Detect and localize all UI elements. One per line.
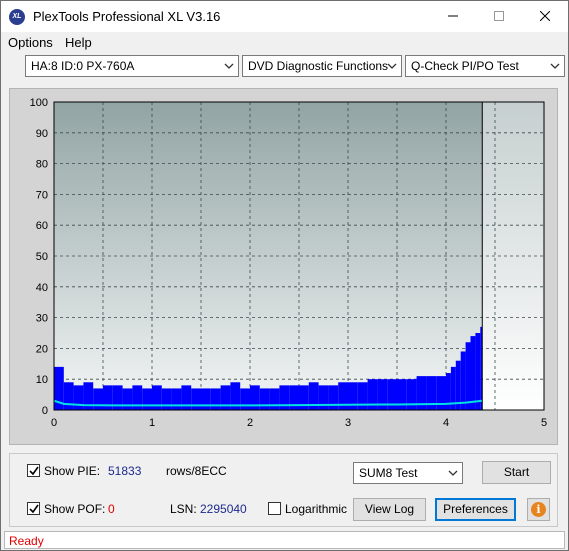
pipo-chart: 0 10 20 30 40 50 60 70 80 90 100 0 1 2 3 4 5 [30, 97, 547, 429]
pie-bar [269, 388, 280, 410]
lsn-value: 2295040 [200, 502, 247, 516]
pie-bar [63, 382, 74, 410]
pie-bar [161, 388, 172, 410]
pie-bar [122, 388, 133, 410]
pie-bar [210, 388, 221, 410]
pie-bar [338, 382, 348, 410]
maximize-button[interactable] [476, 1, 522, 32]
show-pof-checkbox[interactable] [27, 502, 40, 515]
maximize-icon [494, 11, 504, 21]
pie-bar [171, 388, 182, 410]
sum8-test-value: SUM8 Test [359, 466, 418, 480]
pie-bar [465, 342, 471, 410]
info-icon: i [531, 502, 546, 517]
pie-bar [348, 382, 358, 410]
pof-value: 0 [108, 502, 115, 516]
pie-bar [279, 385, 290, 410]
close-icon [540, 11, 550, 21]
pie-bar [406, 379, 417, 410]
test-select[interactable]: Q-Check PI/PO Test [405, 55, 565, 77]
pie-bar [201, 388, 211, 410]
logarithmic-checkbox[interactable] [268, 502, 281, 515]
app-window: XL PlexTools Professional XL V3.16 Optio… [0, 0, 569, 551]
y-tick-label: 60 [36, 220, 48, 232]
sum8-test-select[interactable]: SUM8 Test [353, 462, 463, 484]
menu-help-label: Help [65, 35, 92, 50]
y-tick-label: 90 [36, 128, 48, 140]
y-tick-label: 10 [36, 374, 48, 386]
show-pie-label: Show PIE: [44, 464, 101, 478]
preferences-button[interactable]: Preferences [435, 498, 516, 521]
y-tick-label: 50 [36, 251, 48, 263]
pie-bar [93, 388, 103, 410]
checkmark-icon [29, 504, 39, 514]
title-bar[interactable]: XL PlexTools Professional XL V3.16 [1, 1, 568, 32]
pie-bar [142, 388, 152, 410]
pie-bar [259, 388, 270, 410]
pie-bar [460, 351, 466, 410]
chart-panel: 0 10 20 30 40 50 60 70 80 90 100 0 1 2 3 4 5 [9, 88, 558, 445]
chevron-down-icon [550, 63, 560, 69]
menu-options-label: Options [8, 35, 53, 50]
pie-bar [240, 388, 250, 410]
y-tick-label: 30 [36, 313, 48, 325]
y-tick-label: 80 [36, 159, 48, 171]
x-tick-label: 0 [51, 417, 57, 429]
pie-bar [73, 385, 84, 410]
plot-data-region [54, 102, 483, 410]
logarithmic-label: Logarithmic [285, 502, 348, 516]
y-tick-label: 100 [30, 97, 48, 109]
y-tick-label: 0 [42, 405, 48, 417]
x-tick-label: 1 [149, 417, 155, 429]
app-logo-icon: XL [9, 9, 25, 25]
pie-bar [318, 385, 329, 410]
show-pie-checkbox[interactable] [27, 464, 40, 477]
x-tick-label: 2 [247, 417, 253, 429]
info-button[interactable]: i [527, 498, 550, 521]
chevron-down-icon [448, 470, 458, 476]
start-button[interactable]: Start [482, 461, 551, 484]
pie-bar [475, 333, 481, 410]
y-tick-label: 40 [36, 282, 48, 294]
y-tick-label: 70 [36, 189, 48, 201]
menu-help[interactable]: Help [65, 35, 92, 50]
close-button[interactable] [522, 1, 568, 32]
window-title: PlexTools Professional XL V3.16 [33, 9, 221, 24]
menu-options[interactable]: Options [8, 35, 53, 50]
x-tick-label: 4 [443, 417, 449, 429]
y-tick-label: 20 [36, 343, 48, 355]
pie-unit: rows/8ECC [166, 464, 227, 478]
pie-bar [328, 385, 339, 410]
drive-select-value: HA:8 ID:0 PX-760A [31, 59, 135, 73]
pie-bar [289, 385, 299, 410]
minimize-icon [448, 15, 458, 17]
drive-select[interactable]: HA:8 ID:0 PX-760A [25, 55, 239, 77]
show-pof-label: Show POF: [44, 502, 106, 516]
function-select[interactable]: DVD Diagnostic Functions [242, 55, 402, 77]
chevron-down-icon [387, 63, 397, 69]
status-text: Ready [9, 534, 44, 548]
test-select-value: Q-Check PI/PO Test [411, 59, 519, 73]
pie-bar [191, 388, 201, 410]
menu-bar: Options Help [1, 32, 568, 52]
pie-bar [357, 382, 368, 410]
controls-panel: Show PIE: 51833 rows/8ECC Show POF: 0 LS… [9, 453, 558, 527]
minimize-button[interactable] [430, 1, 476, 32]
x-tick-label: 5 [541, 417, 547, 429]
checkmark-icon [29, 466, 39, 476]
chevron-down-icon [224, 63, 234, 69]
x-tick-label: 3 [345, 417, 351, 429]
pie-bar [470, 336, 476, 410]
pie-bar [299, 385, 309, 410]
lsn-label: LSN: [170, 502, 197, 516]
view-log-button[interactable]: View Log [353, 498, 426, 521]
function-select-value: DVD Diagnostic Functions [248, 59, 389, 73]
status-bar: Ready [4, 531, 565, 549]
pie-value: 51833 [108, 464, 142, 478]
